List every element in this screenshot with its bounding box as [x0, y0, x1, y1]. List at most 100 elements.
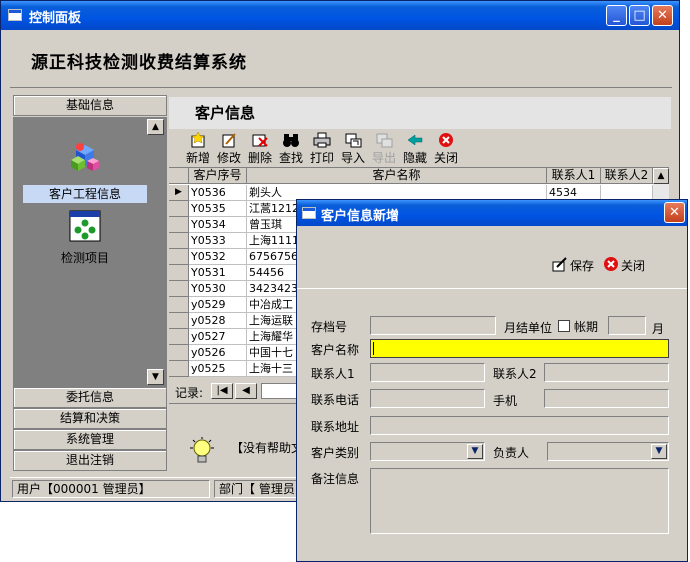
- close-circle-icon: [437, 132, 455, 148]
- customer-name-field[interactable]: [370, 339, 669, 358]
- divider: [169, 403, 299, 404]
- row-selector[interactable]: [169, 297, 189, 313]
- row-selector[interactable]: [169, 329, 189, 345]
- row-selector[interactable]: [169, 345, 189, 361]
- binoculars-icon: [282, 132, 300, 148]
- toolbar-find-button[interactable]: 查找: [277, 132, 305, 166]
- toolbar-hide-button[interactable]: 隐藏: [401, 132, 429, 166]
- table-cell[interactable]: y0525: [189, 361, 247, 377]
- record-navigator: 记录: |◀ ◀: [169, 381, 309, 401]
- contact1-field[interactable]: [370, 363, 485, 382]
- nav-item-label: 客户工程信息: [23, 185, 147, 203]
- row-selector[interactable]: [169, 217, 189, 233]
- nav-scroll-up-button[interactable]: ▲: [147, 119, 164, 135]
- contact2-field[interactable]: [544, 363, 669, 382]
- row-selector[interactable]: ▶: [169, 185, 189, 201]
- dialog-title: 客户信息新增: [321, 209, 400, 224]
- month-label: 月: [652, 322, 665, 336]
- table-cell[interactable]: y0528: [189, 313, 247, 329]
- status-user: 用户【000001 管理员】: [12, 480, 210, 498]
- table-cell[interactable]: Y0534: [189, 217, 247, 233]
- table-cell[interactable]: y0529: [189, 297, 247, 313]
- prev-record-button[interactable]: ◀: [235, 383, 257, 399]
- content-header: 客户信息: [169, 97, 671, 129]
- minimize-button[interactable]: _: [606, 5, 627, 26]
- archive-no-label: 存档号: [311, 320, 348, 334]
- toolbar-delete-button[interactable]: 删除: [246, 132, 274, 166]
- column-header[interactable]: 联系人1: [547, 168, 601, 184]
- header-band: 源正科技检测收费结算系统: [10, 34, 672, 88]
- record-label: 记录:: [175, 386, 204, 400]
- table-cell[interactable]: y0527: [189, 329, 247, 345]
- remarks-textarea[interactable]: [370, 468, 669, 534]
- nav-section-settlement[interactable]: 结算和决策: [13, 408, 167, 429]
- save-pen-icon: [552, 256, 568, 272]
- row-selector[interactable]: [169, 201, 189, 217]
- row-selector[interactable]: [169, 313, 189, 329]
- window-title: 控制面板: [29, 11, 82, 26]
- table-scroll-up-button[interactable]: ▲: [653, 168, 669, 184]
- nav-scroll-down-button[interactable]: ▼: [147, 369, 164, 385]
- row-selector[interactable]: [169, 361, 189, 377]
- toolbar-print-button[interactable]: 打印: [308, 132, 336, 166]
- record-number-field[interactable]: [261, 383, 301, 399]
- archive-no-field[interactable]: [370, 316, 496, 335]
- table-cell[interactable]: Y0530: [189, 281, 247, 297]
- customer-add-dialog: 客户信息新增 ✕ 保存 关闭 存档号 月结单位 帐期 月 客户名称 联系人1 联…: [296, 199, 688, 562]
- dialog-titlebar[interactable]: 客户信息新增 ✕: [297, 200, 687, 226]
- table-cell[interactable]: y0526: [189, 345, 247, 361]
- contact1-label: 联系人1: [311, 367, 355, 381]
- period-label: 帐期: [574, 320, 599, 334]
- toolbar-new-button[interactable]: 新增: [184, 131, 212, 166]
- table-cell[interactable]: Y0536: [189, 185, 247, 201]
- monthly-unit-label: 月结单位: [504, 321, 553, 335]
- close-button[interactable]: ✕: [652, 5, 673, 26]
- nav-section-logout[interactable]: 退出注销: [13, 450, 167, 471]
- address-field[interactable]: [370, 416, 669, 435]
- nav-section-commission[interactable]: 委托信息: [13, 387, 167, 408]
- column-header[interactable]: 联系人2: [601, 168, 653, 184]
- toolbar-import-button[interactable]: 导入: [339, 132, 367, 166]
- customer-type-select[interactable]: ▼: [370, 442, 485, 461]
- dialog-window-icon: [302, 207, 316, 219]
- database-cubes-icon: [68, 140, 102, 174]
- nav-item-test-items[interactable]: 检测项目: [23, 209, 147, 269]
- column-header[interactable]: 客户序号: [189, 168, 247, 184]
- table-cell[interactable]: Y0535: [189, 201, 247, 217]
- monthly-unit-checkbox[interactable]: [558, 320, 570, 332]
- table-cell[interactable]: Y0531: [189, 265, 247, 281]
- edit-icon: [220, 132, 238, 148]
- row-selector[interactable]: [169, 249, 189, 265]
- period-field[interactable]: [608, 316, 646, 335]
- chevron-down-icon[interactable]: ▼: [467, 444, 483, 459]
- table-cell[interactable]: Y0532: [189, 249, 247, 265]
- owner-select[interactable]: ▼: [547, 442, 669, 461]
- toolbar-edit-button[interactable]: 修改: [215, 132, 243, 166]
- table-corner: [169, 168, 189, 184]
- address-label: 联系地址: [311, 420, 360, 434]
- system-title: 源正科技检测收费结算系统: [31, 53, 247, 73]
- row-selector[interactable]: [169, 281, 189, 297]
- toolbar-export-button[interactable]: 导出: [370, 132, 398, 166]
- window-icon: [8, 9, 22, 21]
- divider: [297, 288, 687, 289]
- nav-section-system-admin[interactable]: 系统管理: [13, 429, 167, 450]
- row-selector[interactable]: [169, 265, 189, 281]
- nav-section-basic-info[interactable]: 基础信息: [13, 95, 167, 116]
- row-selector[interactable]: [169, 233, 189, 249]
- first-record-button[interactable]: |◀: [211, 383, 233, 399]
- dialog-close-button[interactable]: ✕: [664, 202, 685, 223]
- hide-arrow-icon: [406, 132, 424, 148]
- chevron-down-icon[interactable]: ▼: [651, 444, 667, 459]
- nav-item-customer-project[interactable]: 客户工程信息: [23, 137, 147, 205]
- toolbar-close-button[interactable]: 关闭: [432, 132, 460, 166]
- table-cell[interactable]: Y0533: [189, 233, 247, 249]
- main-titlebar[interactable]: 控制面板 _ □ ✕: [1, 1, 679, 30]
- column-header[interactable]: 客户名称: [247, 168, 547, 184]
- maximize-button[interactable]: □: [629, 5, 650, 26]
- status-department: 部门【 管理员: [214, 480, 304, 498]
- phone-field[interactable]: [370, 389, 485, 408]
- help-text: 【没有帮助文: [231, 441, 304, 455]
- printer-icon: [313, 132, 331, 148]
- mobile-field[interactable]: [544, 389, 669, 408]
